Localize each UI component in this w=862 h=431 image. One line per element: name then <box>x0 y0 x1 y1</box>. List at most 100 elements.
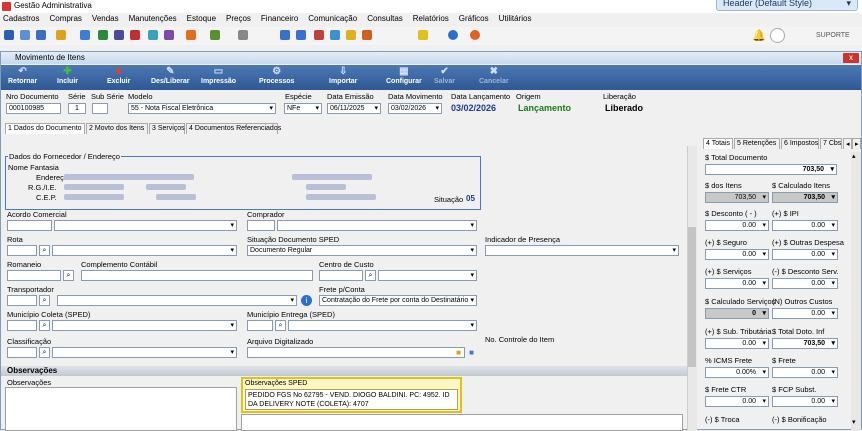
star-icon[interactable] <box>346 30 356 40</box>
save-icon[interactable] <box>4 30 14 40</box>
observacoes-sped-textarea[interactable]: PEDIDO FGS No 62795 - VEND. DIOGO BALDIN… <box>245 389 458 410</box>
transportador-search-icon[interactable]: ⌕ <box>39 295 50 306</box>
toolbar-plus-button[interactable]: ✚ Incluir <box>57 66 78 85</box>
classificacao-select[interactable] <box>52 347 237 358</box>
document-icon[interactable] <box>80 30 90 40</box>
menu-item-4[interactable]: Estoque <box>184 14 216 23</box>
calculator-icon[interactable] <box>296 30 306 40</box>
fcp-subst-value[interactable]: 0.00 <box>772 396 838 407</box>
toolbar-configure-button[interactable]: ▦ Configurar <box>386 66 422 85</box>
sub-serie-input[interactable] <box>92 103 108 114</box>
data-emissao-input[interactable]: 06/11/2025 <box>327 103 381 114</box>
indicador-presenca-select[interactable] <box>485 245 679 256</box>
serie-input[interactable]: 1 <box>68 103 86 114</box>
cart-icon[interactable] <box>130 30 140 40</box>
comprador-code[interactable] <box>247 220 275 231</box>
tab-scroll-right-icon[interactable]: ▸ <box>852 138 861 149</box>
municipio-entrega-select[interactable] <box>288 320 477 331</box>
classificacao-search-icon[interactable]: ⌕ <box>39 347 50 358</box>
tab-retencoes[interactable]: 5 Retenções <box>734 138 780 149</box>
tab-documentos-referenciados[interactable]: 4 Documentos Referenciados <box>186 123 281 134</box>
settings-icon[interactable] <box>362 30 372 40</box>
toolbar-check-button[interactable]: ✔ Salvar <box>434 66 455 85</box>
main-scrollbar-thumb[interactable] <box>688 227 696 367</box>
tab-cbs[interactable]: 7 Cbs <box>820 138 842 149</box>
scan-icon[interactable]: ■ <box>466 347 477 358</box>
toolbar-return-button[interactable]: ↶ Retornar <box>8 66 37 85</box>
menu-item-11[interactable]: Utilitários <box>496 14 532 23</box>
menu-item-0[interactable]: Cadastros <box>0 14 39 23</box>
outros-custos-value[interactable]: 0.00 <box>772 308 838 319</box>
arquivo-digitalizado-input[interactable] <box>247 347 465 358</box>
acordo-comercial-select[interactable] <box>54 220 237 231</box>
cash-icon[interactable] <box>98 30 108 40</box>
window-close-button[interactable]: x <box>843 53 859 63</box>
icms-frete-value[interactable]: 0.00% <box>705 367 769 378</box>
classificacao-code[interactable] <box>7 347 37 358</box>
rota-code[interactable] <box>7 245 37 256</box>
transportador-select[interactable] <box>57 295 297 306</box>
situacao-sped-select[interactable]: Documento Regular <box>247 245 477 256</box>
box-icon[interactable] <box>114 30 124 40</box>
right-scrollbar[interactable] <box>851 152 861 431</box>
centro-custo-select[interactable] <box>378 270 477 281</box>
toolbar-cancel-button[interactable]: ✖ Cancelar <box>479 66 509 85</box>
menu-item-7[interactable]: Comunicação <box>305 14 357 23</box>
frete-conta-select[interactable]: Contratação do Frete por conta do Destin… <box>319 295 477 306</box>
observacoes-textarea[interactable] <box>5 387 237 431</box>
chart-icon[interactable] <box>186 30 196 40</box>
toolbar-import-button[interactable]: ⇩ Importar <box>329 66 357 85</box>
frete-value[interactable]: 0.00 <box>772 367 838 378</box>
romaneio-search-icon[interactable]: ⌕ <box>63 270 74 281</box>
desconto-value[interactable]: 0.00 <box>705 220 769 231</box>
acordo-comercial-code[interactable] <box>7 220 52 231</box>
grid-icon[interactable] <box>330 30 340 40</box>
tab-totais[interactable]: 4 Totais <box>703 138 733 149</box>
menu-item-3[interactable]: Manutenções <box>126 14 177 23</box>
info-icon[interactable] <box>448 30 458 40</box>
municipio-coleta-search-icon[interactable]: ⌕ <box>39 320 50 331</box>
tab-movto-itens[interactable]: 2 Movto dos Itens <box>86 123 148 134</box>
toolbar-printer-button[interactable]: ▭ Impressão <box>201 66 236 85</box>
total-documento-value[interactable]: 703,50 <box>705 164 837 175</box>
rota-search-icon[interactable]: ⌕ <box>39 245 50 256</box>
building-icon[interactable] <box>36 30 46 40</box>
data-movimento-input[interactable]: 03/02/2026 <box>388 103 442 114</box>
tab-scroll-left-icon[interactable]: ◂ <box>843 138 852 149</box>
calendar-icon[interactable] <box>280 30 290 40</box>
user-avatar-icon[interactable] <box>770 28 785 43</box>
toolbar-release-button[interactable]: ✎ Des/Liberar <box>151 66 190 85</box>
menu-item-2[interactable]: Vendas <box>89 14 119 23</box>
support-link[interactable]: SUPORTE <box>816 32 850 39</box>
municipio-entrega-code[interactable] <box>247 320 273 331</box>
nro-documento-input[interactable]: 000100985 <box>6 103 61 114</box>
ipi-value[interactable]: 0.00 <box>772 220 838 231</box>
folder-open-icon[interactable]: ■ <box>453 347 464 358</box>
tab-dados-documento[interactable]: 1 Dados do Documento <box>5 123 85 134</box>
tab-servicos[interactable]: 3 Serviços <box>149 123 185 134</box>
romaneio-input[interactable] <box>7 270 61 281</box>
menu-item-9[interactable]: Relatórios <box>410 14 449 23</box>
municipio-coleta-code[interactable] <box>7 320 37 331</box>
toolbar-delete-button[interactable]: ■ Excluir <box>107 66 130 85</box>
municipio-entrega-search-icon[interactable]: ⌕ <box>275 320 286 331</box>
mail-icon[interactable] <box>314 30 324 40</box>
tools-icon[interactable] <box>210 30 220 40</box>
folder-icon[interactable] <box>56 30 66 40</box>
menu-item-1[interactable]: Compras <box>46 14 81 23</box>
notification-bell-icon[interactable]: 🔔 <box>752 29 766 42</box>
menu-item-10[interactable]: Gráficos <box>456 14 489 23</box>
comprador-select[interactable] <box>277 220 477 231</box>
seguro-value[interactable]: 0.00 <box>705 249 769 260</box>
servicos-value[interactable]: 0.00 <box>705 278 769 289</box>
menu-item-5[interactable]: Preços <box>223 14 251 23</box>
outras-despesas-value[interactable]: 0.00 <box>772 249 838 260</box>
menu-item-8[interactable]: Consultas <box>364 14 403 23</box>
tab-impostos[interactable]: 6 Impostos <box>781 138 819 149</box>
menu-item-6[interactable]: Financeiro <box>258 14 298 23</box>
especie-select[interactable]: NFe <box>284 103 322 114</box>
users-icon[interactable] <box>20 30 30 40</box>
right-scroll-up-icon[interactable]: ▴ <box>852 152 856 160</box>
toolbar-process-button[interactable]: ⚙ Processos <box>259 66 294 85</box>
rota-select[interactable] <box>52 245 237 256</box>
